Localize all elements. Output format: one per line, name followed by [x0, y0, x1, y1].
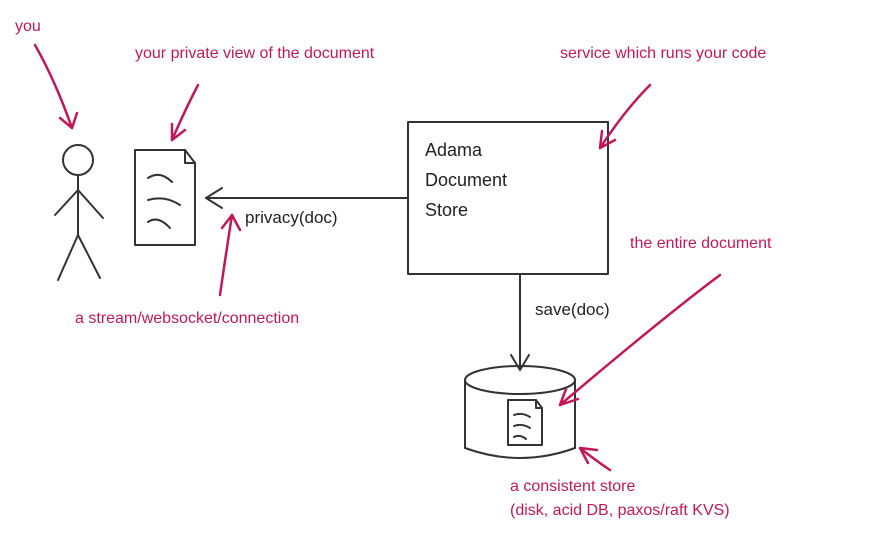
annotation-stream: a stream/websocket/connection: [75, 310, 299, 328]
annotation-you: you: [15, 18, 41, 36]
annotation-consistent-store-l1: a consistent store: [510, 478, 635, 496]
datastore-cylinder-icon: [465, 366, 575, 464]
annotation-entire-doc: the entire document: [630, 235, 771, 253]
stick-figure-icon: [50, 140, 110, 285]
annotation-private-view: your private view of the document: [135, 45, 374, 63]
annotation-service: service which runs your code: [560, 45, 766, 63]
annotation-consistent-store-l2: (disk, acid DB, paxos/raft KVS): [510, 502, 730, 520]
edge-label-privacy: privacy(doc): [245, 208, 338, 228]
document-icon: [135, 150, 195, 245]
service-box: [408, 122, 608, 274]
edge-label-save: save(doc): [535, 300, 610, 320]
